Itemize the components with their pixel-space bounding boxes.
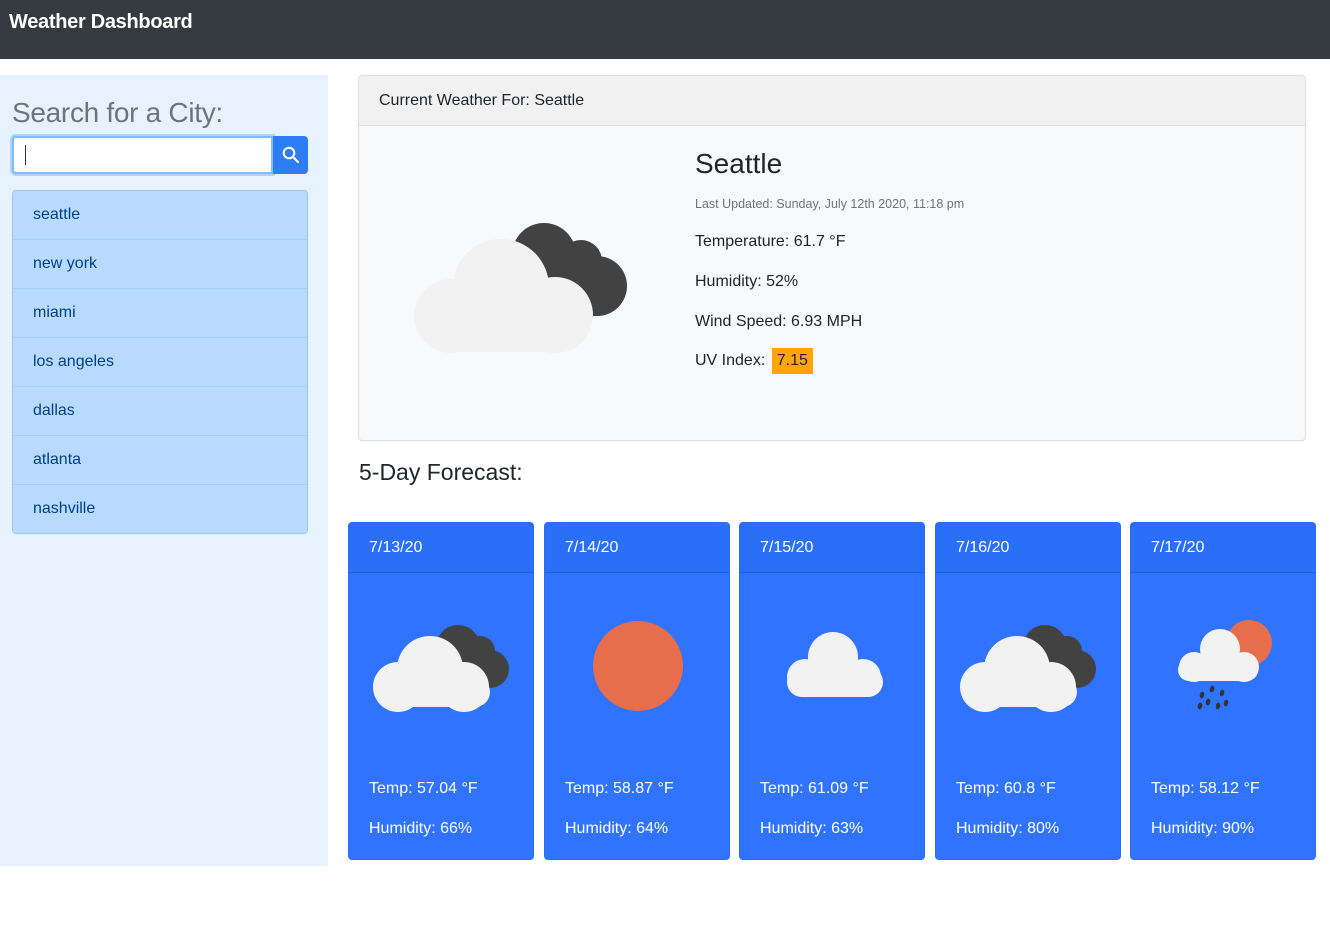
city-item-seattle[interactable]: seattle	[13, 191, 307, 240]
city-item-atlanta[interactable]: atlanta	[13, 436, 307, 485]
forecast-card: 7/17/20 Temp: 58.12 °F Humidity: 90%	[1130, 522, 1316, 860]
navbar: Weather Dashboard	[0, 0, 1330, 59]
forecast-humidity: Humidity: 90%	[1151, 820, 1255, 837]
city-item-miami[interactable]: miami	[13, 289, 307, 338]
search-icon	[282, 146, 299, 164]
app-title[interactable]: Weather Dashboard	[9, 11, 193, 34]
city-item-new-york[interactable]: new york	[13, 240, 307, 289]
forecast-date: 7/17/20	[1131, 523, 1315, 573]
search-heading: Search for a City:	[12, 97, 223, 128]
forecast-date: 7/15/20	[740, 523, 924, 573]
city-item-los-angeles[interactable]: los angeles	[13, 338, 307, 387]
forecast-date: 7/14/20	[545, 523, 729, 573]
forecast-card: 7/13/20 Temp: 57.04 °F Humidity: 66%	[348, 522, 534, 860]
cloud-icon	[763, 615, 903, 720]
sidebar: Search for a City: seattle new york miam…	[0, 75, 328, 866]
forecast-temp: Temp: 57.04 °F	[369, 780, 478, 797]
forecast-card: 7/15/20 Temp: 61.09 °F Humidity: 63%	[739, 522, 925, 860]
forecast-temp: Temp: 58.87 °F	[565, 780, 674, 797]
rain-sun-icon	[1154, 615, 1294, 720]
forecast-card: 7/14/20 Temp: 58.87 °F Humidity: 64%	[544, 522, 730, 860]
forecast-humidity: Humidity: 80%	[956, 820, 1060, 837]
cloudy-icon	[409, 214, 629, 359]
search-input[interactable]	[12, 136, 273, 174]
forecast-humidity: Humidity: 64%	[565, 820, 669, 837]
uv-badge: 7.15	[771, 348, 813, 374]
city-history-list: seattle new york miami los angeles dalla…	[12, 190, 308, 534]
last-updated: Last Updated: Sunday, July 12th 2020, 11…	[695, 197, 965, 211]
text-caret	[25, 145, 26, 165]
city-item-nashville[interactable]: nashville	[13, 485, 307, 533]
current-temperature: Temperature: 61.7 °F	[695, 233, 846, 250]
current-uv-index: UV Index: 7.15	[695, 348, 813, 374]
current-weather-header: Current Weather For: Seattle	[359, 76, 1305, 126]
uv-label: UV Index:	[695, 352, 766, 369]
forecast-temp: Temp: 60.8 °F	[956, 780, 1056, 797]
search-button[interactable]	[273, 136, 308, 174]
forecast-date: 7/13/20	[349, 523, 533, 573]
current-city-name: Seattle	[695, 148, 783, 179]
cloudy-icon	[372, 615, 512, 720]
sun-icon	[568, 615, 708, 720]
cloudy-icon	[959, 615, 1099, 720]
city-item-dallas[interactable]: dallas	[13, 387, 307, 436]
current-weather-card: Current Weather For: Seattle Seattle Las…	[358, 75, 1306, 441]
forecast-temp: Temp: 61.09 °F	[760, 780, 869, 797]
forecast-temp: Temp: 58.12 °F	[1151, 780, 1260, 797]
current-humidity: Humidity: 52%	[695, 273, 799, 290]
forecast-humidity: Humidity: 63%	[760, 820, 864, 837]
forecast-card: 7/16/20 Temp: 60.8 °F Humidity: 80%	[935, 522, 1121, 860]
forecast-date: 7/16/20	[936, 523, 1120, 573]
forecast-humidity: Humidity: 66%	[369, 820, 473, 837]
forecast-title: 5-Day Forecast:	[359, 459, 523, 485]
current-wind-speed: Wind Speed: 6.93 MPH	[695, 313, 863, 330]
